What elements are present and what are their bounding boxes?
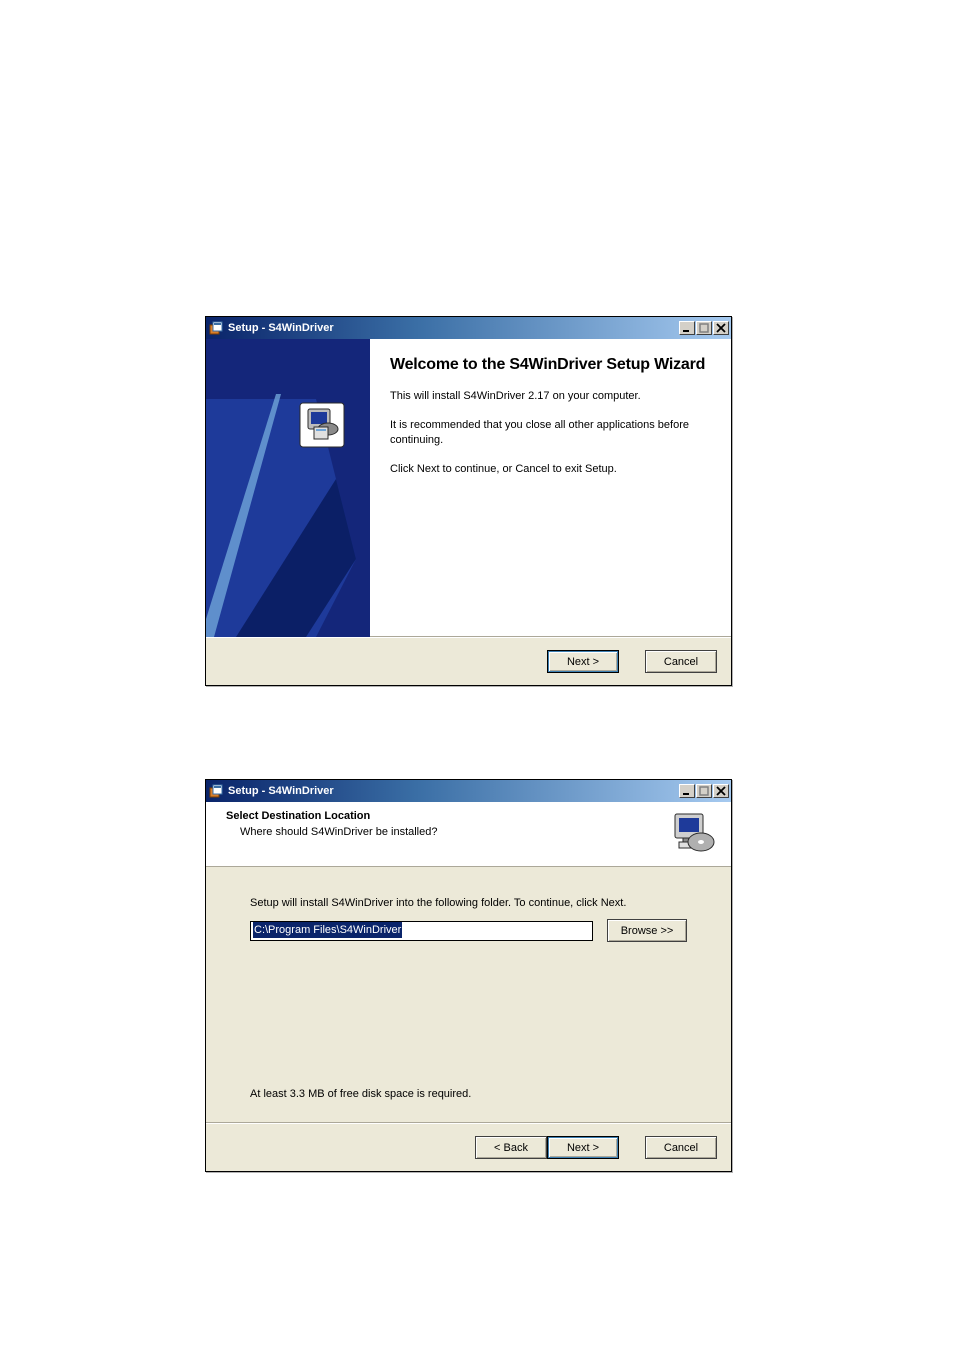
disk-space-text: At least 3.3 MB of free disk space is re… (250, 1088, 471, 1100)
wizard-heading: Welcome to the S4WinDriver Setup Wizard (390, 355, 711, 375)
close-button[interactable] (713, 321, 729, 335)
maximize-button (696, 321, 712, 335)
footer: < Back Next > Cancel (206, 1123, 731, 1171)
next-button[interactable]: Next > (547, 650, 619, 673)
wizard-instruction-text: Click Next to continue, or Cancel to exi… (390, 462, 711, 477)
footer: Next > Cancel (206, 637, 731, 685)
wizard-intro-text: This will install S4WinDriver 2.17 on yo… (390, 389, 711, 404)
setup-welcome-dialog: Setup - S4WinDriver (205, 316, 732, 686)
titlebar-text: Setup - S4WinDriver (228, 322, 679, 334)
wizard-content: Welcome to the S4WinDriver Setup Wizard … (370, 339, 731, 637)
destination-path-input[interactable]: C:\Program Files\S4WinDriver (250, 921, 593, 941)
computer-disc-icon (669, 810, 717, 858)
back-button[interactable]: < Back (475, 1136, 547, 1159)
destination-path-value: C:\Program Files\S4WinDriver (253, 922, 402, 938)
minimize-button[interactable] (679, 784, 695, 798)
installer-icon (208, 320, 224, 336)
cancel-button[interactable]: Cancel (645, 1136, 717, 1159)
page-instruction: Setup will install S4WinDriver into the … (250, 897, 687, 909)
titlebar[interactable]: Setup - S4WinDriver (206, 780, 731, 802)
wizard-banner (206, 339, 370, 637)
titlebar[interactable]: Setup - S4WinDriver (206, 317, 731, 339)
next-button[interactable]: Next > (547, 1136, 619, 1159)
setup-destination-dialog: Setup - S4WinDriver Select Destination L… (205, 779, 732, 1172)
page-body: Setup will install S4WinDriver into the … (206, 867, 731, 1123)
installer-icon (208, 783, 224, 799)
maximize-button (696, 784, 712, 798)
page-header: Select Destination Location Where should… (206, 802, 731, 867)
page-header-subtitle: Where should S4WinDriver be installed? (240, 826, 669, 838)
titlebar-text: Setup - S4WinDriver (228, 785, 679, 797)
minimize-button[interactable] (679, 321, 695, 335)
cancel-button[interactable]: Cancel (645, 650, 717, 673)
close-button[interactable] (713, 784, 729, 798)
page-header-title: Select Destination Location (226, 810, 669, 822)
browse-button[interactable]: Browse >> (607, 919, 687, 942)
wizard-recommend-text: It is recommended that you close all oth… (390, 418, 711, 448)
